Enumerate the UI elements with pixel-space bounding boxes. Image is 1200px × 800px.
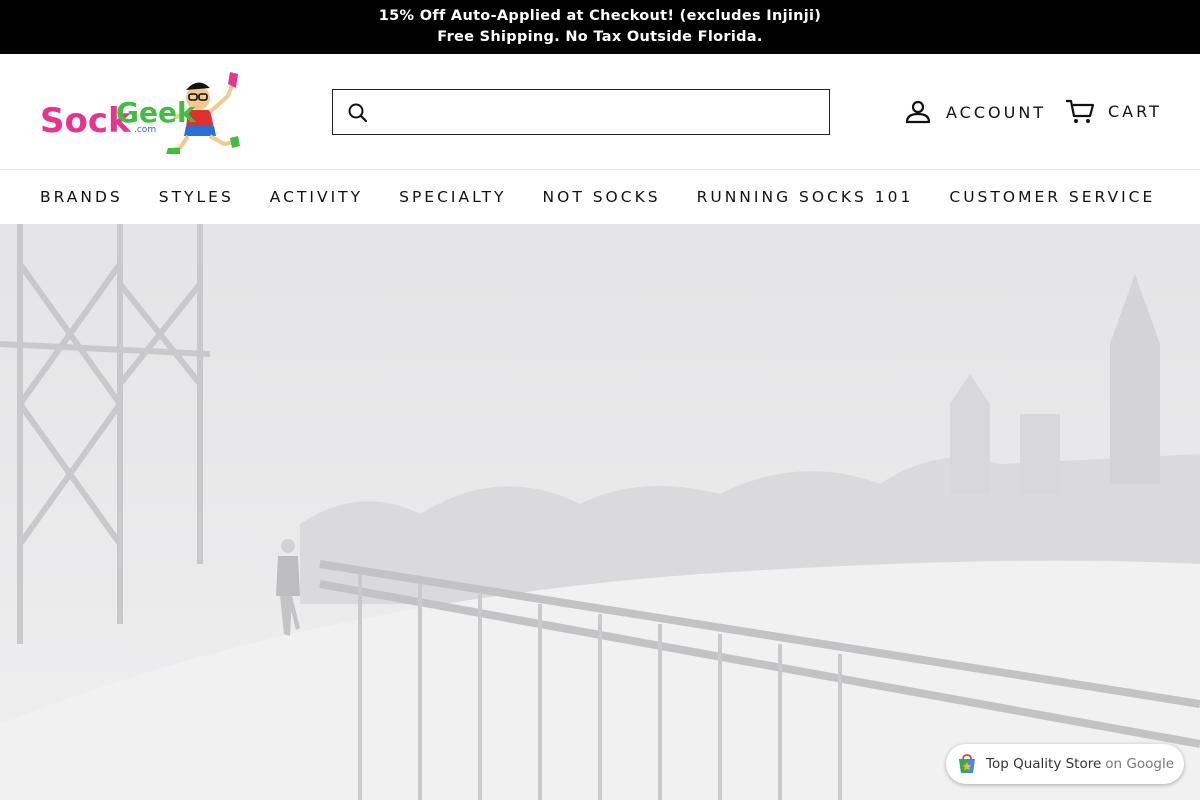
sockgeek-logo[interactable]: Sock Geek .com xyxy=(38,70,242,154)
account-label: ACCOUNT xyxy=(946,102,1047,122)
cart-label: CART xyxy=(1108,101,1162,121)
nav-item-styles[interactable]: STYLES xyxy=(159,188,234,206)
nav-item-running-socks-101[interactable]: RUNNING SOCKS 101 xyxy=(697,188,914,206)
badge-primary-text: Top Quality Store xyxy=(986,756,1102,772)
google-quality-badge[interactable]: Top Quality Store on Google xyxy=(946,744,1184,784)
hero-snow-scene xyxy=(0,224,1200,800)
cart-link[interactable]: CART xyxy=(1064,96,1162,126)
nav-item-activity[interactable]: ACTIVITY xyxy=(270,188,363,206)
site-header: Sock Geek .com ACCOUNT CART xyxy=(0,54,1200,170)
announcement-line-2: Free Shipping. No Tax Outside Florida. xyxy=(437,29,763,45)
search-icon[interactable] xyxy=(347,102,369,124)
cart-icon xyxy=(1066,99,1095,123)
google-shopping-icon xyxy=(959,754,975,773)
search-box[interactable] xyxy=(332,89,830,135)
svg-text:.com: .com xyxy=(134,125,156,135)
hero-image xyxy=(0,224,1200,800)
nav-item-specialty[interactable]: SPECIALTY xyxy=(399,188,506,206)
main-nav: BRANDS STYLES ACTIVITY SPECIALTY NOT SOC… xyxy=(0,170,1200,224)
svg-text:Geek: Geek xyxy=(116,96,197,129)
nav-item-not-socks[interactable]: NOT SOCKS xyxy=(543,188,661,206)
nav-item-brands[interactable]: BRANDS xyxy=(40,188,123,206)
announcement-bar: 15% Off Auto-Applied at Checkout! (exclu… xyxy=(0,0,1200,54)
account-link[interactable]: ACCOUNT xyxy=(904,98,1046,126)
search-input[interactable] xyxy=(379,94,819,130)
announcement-line-1: 15% Off Auto-Applied at Checkout! (exclu… xyxy=(378,8,822,24)
logo-graphic: Sock Geek .com xyxy=(40,72,240,154)
badge-secondary-text: on Google xyxy=(1105,756,1175,772)
nav-item-customer-service[interactable]: CUSTOMER SERVICE xyxy=(949,188,1155,206)
account-icon xyxy=(905,100,931,124)
